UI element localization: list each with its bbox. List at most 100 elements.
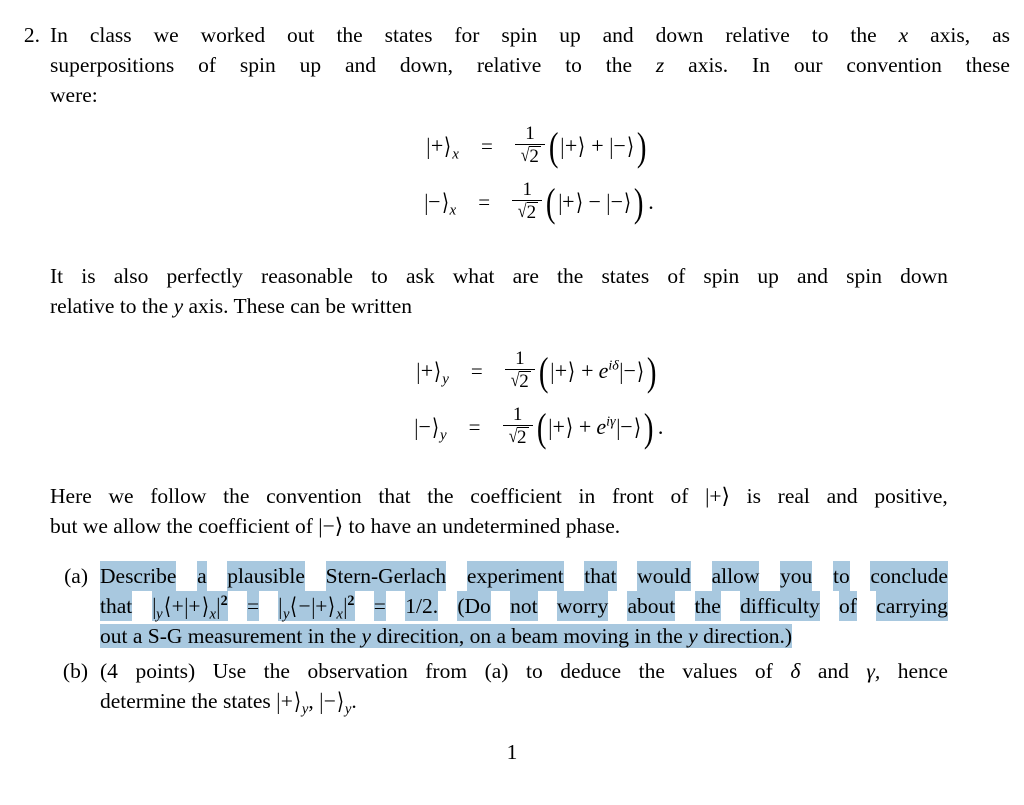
ket-subscript: x [452,146,459,163]
word: the [427,484,454,508]
ket-angle: ⟩ [431,415,439,440]
inner-product-expression-2: |y⟨−|+⟩x|2 [278,591,355,623]
ket-plus: |+⟩ [560,133,586,159]
word: of [839,591,857,621]
word: from [425,659,468,683]
text-fragment: axis. These can be written [183,294,412,318]
radicand: 2 [529,146,541,168]
word: values [682,659,738,683]
word: conclude [870,561,948,591]
word: to [525,659,543,683]
ket-bar: | [609,133,613,159]
equals-sign: = [481,133,493,158]
word: ask [405,264,435,288]
open-paren: ( [538,348,549,394]
fraction-denominator: √ 2 [504,426,532,449]
word: spin [239,53,276,77]
word: are [512,264,539,288]
equation-y-minus-rhs: 1 √ 2 ( |+⟩ + eiγ |−⟩ ) . [502,405,663,449]
intro-line-3: were: [50,83,98,107]
word: perfectly [166,264,243,288]
ket-sign: − [428,189,441,214]
word: the [605,53,633,77]
word: the [223,484,250,508]
word: about [627,591,676,621]
ket-sign: + [420,358,434,383]
fraction-denominator: √ 2 [506,370,534,393]
ket-subscript: y [442,371,449,388]
text-fragment: to have an undetermined phase. [343,514,621,538]
text-fragment: but we allow the coefficient of [50,514,319,538]
ket-subscript: y [439,427,447,444]
ket-sign: + [430,133,444,158]
pre-subscript-y: y [282,606,290,623]
bra-angle: ⟨ [290,594,298,619]
ket-angle: ⟩ [633,414,641,440]
abs-bar: | [343,594,348,619]
ket-angle: ⟩ [293,689,301,714]
problem-intro-text: In class we worked out the states for sp… [50,20,1010,110]
text-fragment: direction.) [697,624,793,648]
word: our [793,53,823,77]
word: relative [725,23,790,47]
word: points) [135,659,196,683]
ket-sign: + [188,594,201,618]
open-paren: ( [548,123,559,169]
word: Describe [100,561,177,591]
equation-y-plus-rhs: 1 √ 2 ( |+⟩ + eiδ |−⟩ ) [504,348,661,394]
ket-plus: |+⟩ [558,189,584,215]
abs-bar: | [151,594,156,619]
ket-bar: | [560,133,565,159]
word: Stern-Gerlach [325,561,447,591]
exponent: iγ [606,413,616,430]
fraction-numerator: 1 [522,179,532,201]
word: Here [50,484,92,508]
word: down, [399,53,453,77]
word: spin [501,23,538,47]
equation-y-plus-lhs: |+⟩y [363,358,449,388]
symbol-gamma: γ, [866,659,881,683]
close-paren: ) [636,123,647,169]
word: reasonable [261,264,353,288]
axis-variable-x: x [898,23,909,47]
word: not [510,591,538,621]
text-fragment: direcition, on a beam moving in the [371,624,689,648]
axis-variable-z: z [655,53,665,77]
ket-plus: |+⟩ [548,414,574,440]
ket-minus: |−⟩ [609,133,635,159]
pre-subscript-y: y [156,606,163,623]
ket-angle: ⟩ [328,594,336,619]
probability-value: 1/2. [405,591,439,621]
fraction-numerator: 1 [515,348,525,370]
ket-bar: | [606,189,611,215]
ket-bar: | [414,415,419,440]
word: spin [846,264,882,288]
word: plausible [227,561,305,591]
word: axis. [688,53,729,77]
word: that [378,484,411,508]
fraction-one-over-sqrt-two: 1 √ 2 [512,179,543,224]
middle-paragraph-line-2: relative to the y axis. These can be wri… [50,291,948,321]
equals-sign: = [478,189,491,214]
bra-sign: − [298,594,311,618]
subscript-x: x [209,606,216,623]
word: of [754,659,773,683]
word: (4 [100,659,118,683]
word: to [811,23,829,47]
ket-sign: + [552,413,565,439]
word: out [287,23,315,47]
abs-bar: | [216,594,221,619]
ket-bar: | [319,689,324,714]
equation-x-plus-lhs: |+⟩x [373,133,459,163]
subscript-x: x [336,606,343,623]
ket-sign: − [610,188,623,214]
open-paren: ( [546,179,556,225]
word: positive, [874,484,948,508]
word: and [826,484,858,508]
square-root: √ 2 [509,371,531,393]
text-fragment: relative to the [50,294,174,318]
fraction-one-over-sqrt-two: 1 √ 2 [502,405,533,449]
ket-sign: − [418,414,431,439]
word: class [89,23,132,47]
axis-variable-y: y [361,624,372,648]
